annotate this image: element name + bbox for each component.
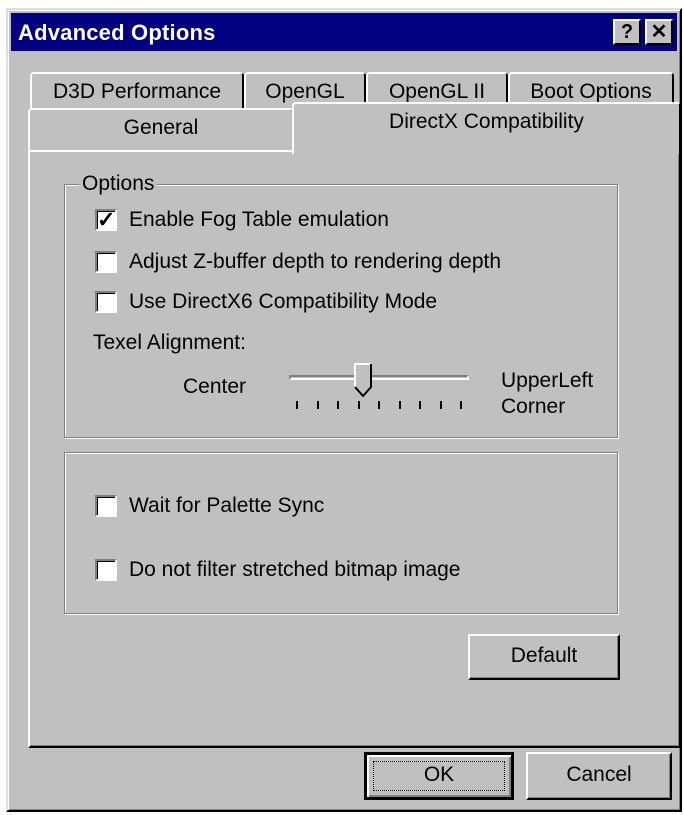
- tab-label: Boot Options: [530, 80, 652, 103]
- window-title: Advanced Options: [18, 20, 216, 45]
- slider-left-label: Center: [183, 375, 247, 398]
- options-group: Options ✓ Enable Fog Table emulation Adj…: [64, 172, 618, 438]
- checkbox-enable-fog-table[interactable]: ✓ Enable Fog Table emulation: [95, 207, 389, 233]
- slider-right-label-1: UpperLeft: [501, 369, 594, 392]
- slider-track: [289, 375, 469, 380]
- slider-thumb[interactable]: [353, 363, 372, 397]
- slider-tick: [398, 401, 401, 409]
- checkbox-label: Do not filter stretched bitmap image: [129, 558, 461, 581]
- checkbox-box[interactable]: [95, 559, 117, 581]
- slider-tick: [316, 401, 319, 409]
- tab-label: OpenGL II: [388, 80, 486, 103]
- slider-tick: [296, 401, 298, 409]
- focus-rectangle: [373, 761, 505, 791]
- checkbox-box[interactable]: ✓: [95, 207, 117, 232]
- checkbox-directx6-mode[interactable]: Use DirectX6 Compatibility Mode: [95, 289, 437, 315]
- checkbox-box[interactable]: [95, 291, 117, 313]
- checkbox-wait-palette-sync[interactable]: Wait for Palette Sync: [95, 493, 324, 519]
- cancel-button-label: Cancel: [566, 763, 632, 786]
- slider-tick: [419, 401, 421, 409]
- ok-button[interactable]: OK: [364, 752, 514, 800]
- help-icon: ?: [620, 21, 634, 43]
- help-button[interactable]: ?: [613, 19, 641, 45]
- slider-right-label-2: Corner: [501, 395, 566, 418]
- texel-alignment-slider[interactable]: [289, 363, 469, 413]
- default-button-label: Default: [510, 644, 578, 667]
- checkbox-box[interactable]: [95, 495, 117, 517]
- slider-tick: [357, 401, 360, 409]
- tab-label: OpenGL: [265, 80, 345, 103]
- tab-directx-compatibility[interactable]: DirectX Compatibility: [292, 102, 681, 154]
- cancel-button[interactable]: Cancel: [526, 752, 672, 800]
- tab-label: DirectX Compatibility: [389, 110, 584, 133]
- slider-tick: [337, 401, 339, 409]
- tab-general[interactable]: General: [28, 108, 294, 150]
- checkbox-label: Enable Fog Table emulation: [129, 208, 389, 231]
- title-bar[interactable]: Advanced Options ? ✕: [11, 13, 677, 51]
- close-icon: ✕: [650, 21, 668, 43]
- checkbox-label: Wait for Palette Sync: [129, 494, 325, 517]
- checkbox-label: Use DirectX6 Compatibility Mode: [129, 290, 438, 313]
- slider-tick: [378, 401, 380, 409]
- tab-label: D3D Performance: [52, 80, 222, 103]
- tab-label: General: [123, 116, 199, 139]
- slider-tick: [439, 401, 442, 409]
- default-button[interactable]: Default: [468, 634, 620, 680]
- display-options-group: Wait for Palette Sync Do not filter stre…: [64, 452, 618, 614]
- advanced-options-dialog: Advanced Options ? ✕ D3D Performance Ope…: [6, 8, 682, 812]
- checkbox-adjust-zbuffer[interactable]: Adjust Z-buffer depth to rendering depth: [95, 249, 501, 275]
- checkmark-icon: ✓: [97, 207, 116, 232]
- checkbox-no-filter-bitmap[interactable]: Do not filter stretched bitmap image: [95, 557, 461, 583]
- options-group-label: Options: [79, 172, 158, 196]
- close-button[interactable]: ✕: [645, 19, 673, 45]
- tab-d3d-performance[interactable]: D3D Performance: [30, 72, 244, 112]
- checkbox-box[interactable]: [95, 251, 117, 273]
- checkbox-label: Adjust Z-buffer depth to rendering depth: [129, 250, 502, 273]
- texel-alignment-label: Texel Alignment:: [93, 331, 246, 354]
- slider-tick: [460, 401, 462, 409]
